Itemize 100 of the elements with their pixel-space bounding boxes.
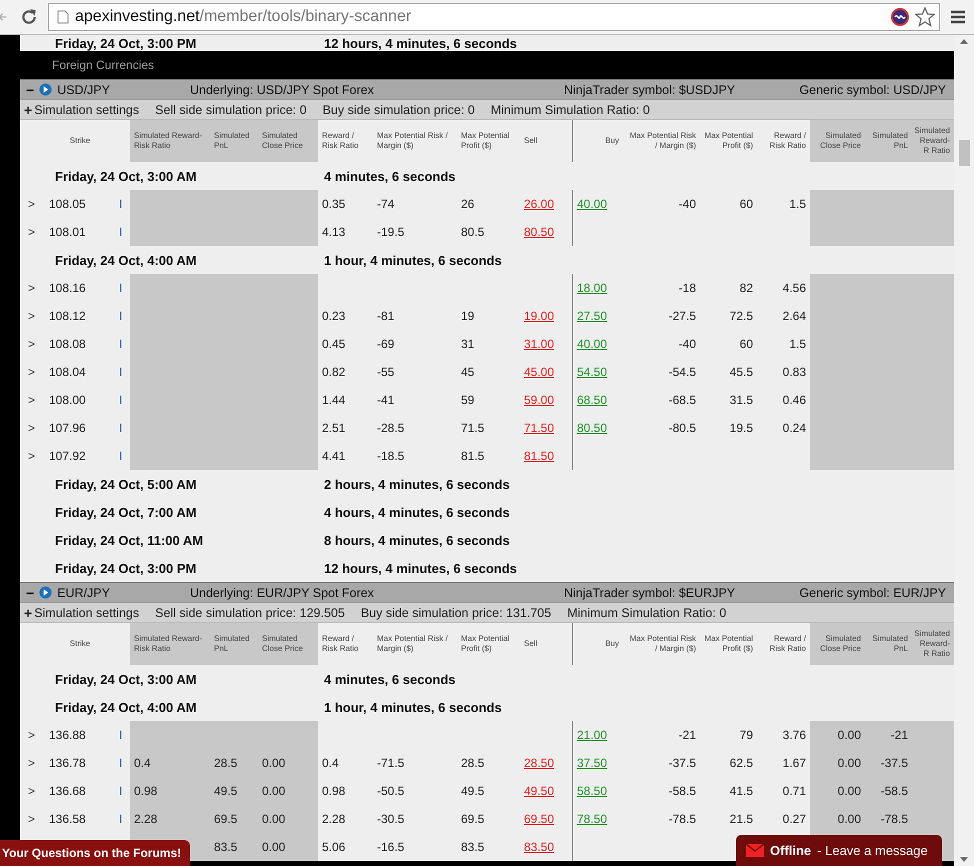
date-label: Friday, 24 Oct, 11:00 AM — [54, 532, 204, 550]
column-header[interactable]: Max Potential Profit ($) — [704, 131, 753, 151]
row-expander[interactable]: > — [24, 309, 36, 323]
table-cell: 0.00 — [258, 833, 318, 861]
simulation-settings-label[interactable]: Simulation settings — [34, 606, 140, 620]
table-cell-text: 0.35 — [321, 196, 346, 213]
underlying-label: Underlying: USD/JPY Spot Forex — [190, 82, 375, 96]
sell-price-link[interactable]: 83.50 — [524, 840, 554, 854]
column-header[interactable]: Reward / Risk Ratio — [761, 131, 806, 151]
row-expander[interactable]: > — [24, 728, 36, 742]
minimum-simulation-ratio: Minimum Simulation Ratio: 0 — [490, 102, 650, 116]
table-cell: 0.98 — [130, 777, 210, 805]
collapse-toggle[interactable]: − — [26, 82, 34, 98]
date-label: Friday, 24 Oct, 4:00 AM — [54, 698, 198, 717]
row-expander[interactable]: > — [24, 784, 36, 798]
sell-price-link[interactable]: 31.00 — [524, 337, 554, 351]
row-expander[interactable]: > — [24, 812, 36, 826]
column-header[interactable]: Sell — [524, 639, 538, 649]
table-cell-text: 108.08 — [48, 336, 87, 353]
column-header[interactable]: Buy — [605, 136, 619, 146]
sell-price-link[interactable]: 69.50 — [524, 812, 554, 826]
countdown-label: 1 hour, 4 minutes, 6 seconds — [323, 698, 503, 716]
strike-marker: I — [119, 421, 122, 435]
underlying-label: Underlying: EUR/JPY Spot Forex — [190, 586, 375, 600]
table-cell-text: -69 — [376, 336, 396, 353]
address-bar[interactable]: apexinvesting.net/member/tools/binary-scanner — [48, 3, 940, 31]
scroll-up-icon[interactable] — [960, 39, 968, 44]
scroll-down-icon[interactable] — [960, 857, 968, 862]
row-expander[interactable]: > — [24, 365, 36, 379]
sell-price-link[interactable]: 26.00 — [524, 197, 554, 211]
countdown-label: 4 minutes, 6 seconds — [323, 168, 456, 186]
table-cell-text: -27.5 — [668, 308, 697, 325]
row-expander[interactable]: > — [24, 281, 36, 295]
chat-message: - Leave a message — [817, 843, 928, 858]
collapse-toggle[interactable]: − — [26, 584, 34, 600]
table-cell: 28.5 — [210, 749, 258, 777]
expand-toggle[interactable]: + — [24, 102, 32, 118]
sell-price-link[interactable]: 80.50 — [524, 225, 554, 239]
column-header[interactable]: Max Potential Risk / Margin ($) — [627, 131, 696, 151]
table-cell-text: 83.5 — [460, 839, 486, 856]
table-cell-text: 2.28 — [321, 811, 346, 828]
simulation-settings-label[interactable]: Simulation settings — [34, 102, 140, 116]
row-expander[interactable]: > — [24, 756, 36, 770]
table-cell-text: 41.5 — [728, 783, 754, 800]
sell-price-link[interactable]: 59.00 — [524, 393, 554, 407]
column-header[interactable]: Strike — [70, 136, 90, 146]
menu-icon[interactable] — [950, 9, 966, 25]
expand-toggle[interactable]: + — [24, 604, 32, 620]
table-cell-text: 136.68 — [48, 783, 87, 800]
column-header[interactable]: Max Potential Risk / Margin ($) — [377, 634, 453, 654]
column-header[interactable]: Max Potential Profit ($) — [461, 634, 516, 654]
table-cell-text: 71.5 — [460, 420, 486, 437]
reload-icon[interactable] — [20, 8, 38, 26]
table-cell-text: -74 — [376, 196, 396, 213]
column-header[interactable]: Sell — [524, 136, 538, 146]
chat-widget[interactable]: Offline - Leave a message — [736, 835, 942, 866]
table-cell-text: 0.24 — [782, 420, 807, 437]
column-header[interactable]: Max Potential Risk / Margin ($) — [627, 634, 696, 654]
countdown-label: 12 hours, 4 minutes, 6 seconds — [323, 560, 518, 578]
play-circle-icon[interactable] — [39, 83, 52, 96]
star-icon[interactable] — [915, 7, 935, 27]
play-circle-icon[interactable] — [39, 586, 52, 599]
sell-price-link[interactable]: 71.50 — [524, 421, 554, 435]
row-expander[interactable]: > — [24, 337, 36, 351]
strike-marker: I — [119, 449, 122, 463]
row-expander[interactable]: > — [24, 421, 36, 435]
scrollbar[interactable] — [954, 35, 974, 866]
row-expander[interactable]: > — [24, 449, 36, 463]
forum-banner[interactable]: Your Questions on the Forums! — [0, 840, 190, 866]
sell-price-link[interactable]: 28.50 — [524, 756, 554, 770]
column-header[interactable]: Max Potential Risk / Margin ($) — [377, 131, 453, 151]
row-expander[interactable]: > — [24, 197, 36, 211]
scrollbar-thumb[interactable] — [958, 140, 970, 166]
sell-price-link[interactable]: 81.50 — [524, 449, 554, 463]
table-cell-text: 0.23 — [321, 308, 346, 325]
table-cell: 0.00 — [258, 777, 318, 805]
table-cell-text: 5.06 — [321, 839, 346, 856]
table-cell-text: 49.5 — [460, 783, 486, 800]
row-expander[interactable]: > — [24, 393, 36, 407]
column-header[interactable]: Reward / Risk Ratio — [761, 634, 806, 654]
table-cell-text: 45 — [460, 364, 476, 381]
table-cell-text: 108.00 — [48, 392, 87, 409]
extension-icon[interactable] — [891, 8, 909, 26]
column-header[interactable]: Reward / Risk Ratio — [322, 131, 369, 151]
sell-price-link[interactable]: 49.50 — [524, 784, 554, 798]
table-cell-text: -19.5 — [376, 224, 406, 241]
column-header[interactable]: Buy — [605, 639, 619, 649]
table-cell-text: -81 — [376, 308, 396, 325]
table-cell: -58.5 — [865, 777, 912, 805]
strike-marker: I — [119, 812, 122, 826]
countdown-label: 12 hours, 4 minutes, 6 seconds — [323, 35, 518, 51]
pair-name: EUR/JPY — [57, 586, 110, 600]
sell-price-link[interactable]: 19.00 — [524, 309, 554, 323]
column-header[interactable]: Reward / Risk Ratio — [322, 634, 369, 654]
column-header[interactable]: Max Potential Profit ($) — [461, 131, 516, 151]
sell-price-link[interactable]: 45.00 — [524, 365, 554, 379]
row-expander[interactable]: > — [24, 225, 36, 239]
column-header[interactable]: Max Potential Profit ($) — [704, 634, 753, 654]
table-cell-text: 2.64 — [782, 308, 807, 325]
column-header[interactable]: Strike — [70, 639, 90, 649]
